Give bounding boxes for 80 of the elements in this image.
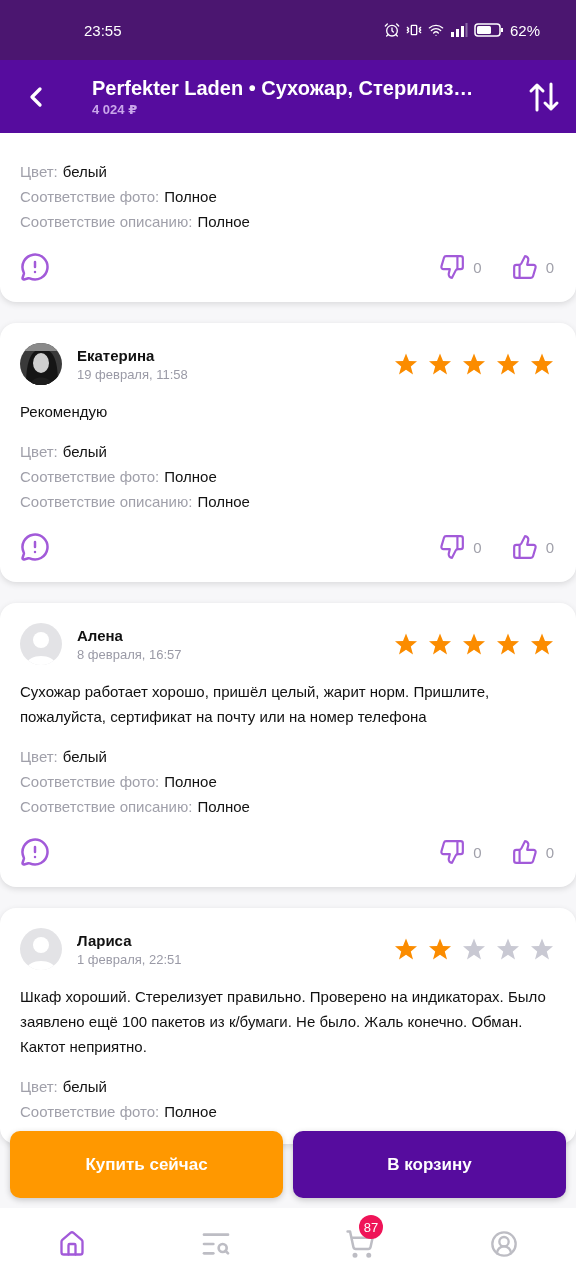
report-button[interactable] [20,252,50,282]
dislike-button[interactable]: 0 [439,839,482,865]
review-text: Сухожар работает хорошо, пришёл целый, жарит норм. Пришлите, пожалуйста, сертификат на почту или на номер телефона [20,682,491,727]
cart-count-badge: 87 [359,1215,383,1239]
dislike-button[interactable]: 0 [439,534,482,560]
review-text: Рекомендую [20,402,109,422]
attribute-label: Соответствие фото: [20,188,160,205]
attribute-label: Соответствие описанию: [20,213,193,230]
attribute-value: Полное [164,188,217,205]
attribute-value: белый [62,1078,107,1095]
like-button[interactable]: 0 [511,254,554,280]
buy-now-button[interactable]: Купить сейчас [10,1131,283,1198]
status-time: 23:55 [84,21,123,39]
thumbs-up-icon [511,534,538,560]
battery-icon [473,23,504,37]
like-button[interactable]: 0 [511,839,554,865]
attribute-value: Полное [197,798,250,815]
review-author: Лариса [77,931,133,949]
attribute-value: Полное [164,1103,217,1120]
report-icon [20,252,50,282]
thumbs-up-icon [511,254,538,280]
review-author: Екатерина [77,346,156,364]
product-price: 4 024 ₽ [92,101,139,117]
attribute-value: Полное [197,213,250,230]
attribute-value: белый [62,748,107,765]
battery-level: 62% [509,21,540,39]
star-icon [428,352,452,376]
attribute-label: Цвет: [20,443,58,460]
report-icon [20,837,50,867]
attribute-value: белый [62,443,107,460]
thumbs-up-icon [511,839,538,865]
dislike-button[interactable]: 0 [439,254,482,280]
product-title: Perfekter Laden • Сухожар, Стерилиз… [92,76,475,100]
star-icon [462,352,486,376]
report-button[interactable] [20,837,50,867]
attribute-label: Соответствие описанию: [20,493,193,510]
review-date: 19 февраля, 11:58 [77,366,189,382]
alarm-icon [383,22,400,38]
star-icon [496,937,520,961]
star-icon [462,937,486,961]
add-to-cart-button[interactable]: В корзину [293,1131,566,1198]
like-button[interactable]: 0 [511,534,554,560]
nav-tab[interactable]: 87 [288,1208,432,1280]
review-author: Алена [77,626,124,644]
attribute-label: Соответствие фото: [20,468,160,485]
thumbs-down-icon [439,839,466,865]
attribute-value: Полное [164,773,217,790]
attribute-label: Цвет: [20,748,58,765]
report-icon [20,532,50,562]
attribute-label: Цвет: [20,1078,58,1095]
thumbs-down-icon [439,534,466,560]
profile-icon [490,1230,518,1258]
home-icon [58,1230,86,1258]
star-icon [530,352,554,376]
attribute-label: Соответствие фото: [20,1103,160,1120]
attribute-label: Соответствие описанию: [20,798,193,815]
review-date: 1 февраля, 22:51 [77,951,183,967]
star-icon [530,632,554,656]
star-icon [394,937,418,961]
attribute-value: Полное [197,493,250,510]
attribute-label: Цвет: [20,163,58,180]
review-text: Шкаф хороший. Стерелизует правильно. Проверено на индикаторах. Было заявлено ещё 100 пакетов из к/бумаги. Не было. Жаль конечно. Обман. Кактот неприятно. [20,987,547,1057]
attribute-value: Полное [164,468,217,485]
report-button[interactable] [20,532,50,562]
signal-icon [449,23,468,37]
vibrate-icon [405,22,422,38]
sort-icon [528,81,560,112]
star-icon [428,937,452,961]
star-icon [530,937,554,961]
wifi-icon [427,22,444,38]
review-date: 8 февраля, 16:57 [77,646,183,662]
star-icon [428,632,452,656]
star-icon [394,632,418,656]
star-icon [394,352,418,376]
star-icon [462,632,486,656]
attribute-value: белый [62,163,107,180]
star-icon [496,352,520,376]
thumbs-down-icon [439,254,466,280]
attribute-label: Соответствие фото: [20,773,160,790]
star-icon [496,632,520,656]
